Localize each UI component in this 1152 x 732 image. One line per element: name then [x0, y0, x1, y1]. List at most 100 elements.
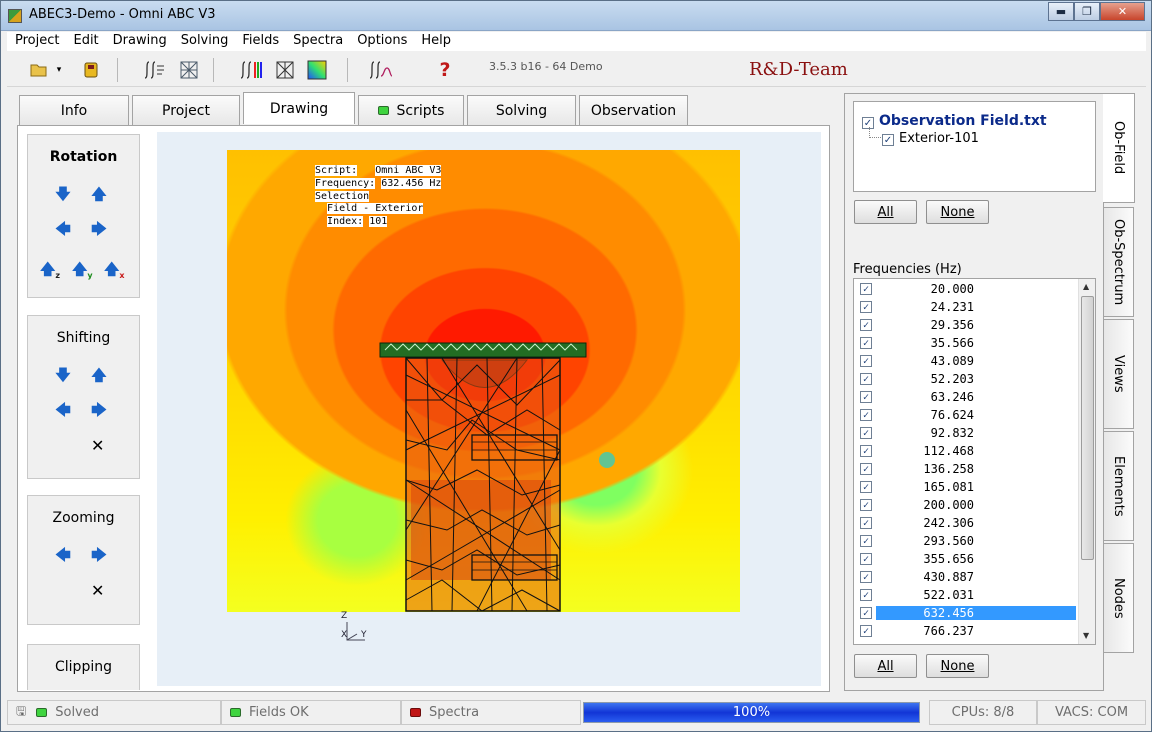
color-field-icon[interactable]	[305, 58, 329, 82]
frequency-checkbox[interactable]: ✓	[860, 301, 872, 313]
frequency-row[interactable]: ✓ 200.000	[854, 496, 1076, 514]
frequency-row[interactable]: ✓ 522.031	[854, 586, 1076, 604]
maximize-button[interactable]: ❐	[1074, 2, 1100, 21]
frequency-checkbox[interactable]: ✓	[860, 427, 872, 439]
tab-ob-field[interactable]: Ob-Field	[1103, 93, 1135, 203]
freq-all-button[interactable]: All	[854, 654, 917, 678]
integral-spectrum-icon[interactable]	[369, 58, 393, 82]
frequency-checkbox[interactable]: ✓	[860, 589, 872, 601]
frequency-checkbox[interactable]: ✓	[860, 409, 872, 421]
rotate-right-icon[interactable]: 🡆	[91, 221, 107, 237]
frequency-row[interactable]: ✓ 43.089	[854, 352, 1076, 370]
frequency-row[interactable]: ✓ 136.258	[854, 460, 1076, 478]
frequency-row[interactable]: ✓ 293.560	[854, 532, 1076, 550]
rotate-z-icon[interactable]: 🡅z	[40, 261, 60, 280]
frequency-checkbox[interactable]: ✓	[860, 499, 872, 511]
scroll-up-icon[interactable]: ▲	[1083, 282, 1089, 291]
shift-right-icon[interactable]: 🡆	[91, 402, 107, 418]
mesh-grid-icon[interactable]	[177, 58, 201, 82]
freq-none-button[interactable]: None	[926, 654, 989, 678]
menu-fields[interactable]: Fields	[234, 32, 285, 51]
frequency-row[interactable]: ✓ 766.237	[854, 622, 1076, 640]
obfield-all-button[interactable]: All	[854, 200, 917, 224]
tab-info[interactable]: Info	[19, 95, 129, 125]
frequency-row[interactable]: ✓ 63.246	[854, 388, 1076, 406]
frequency-row[interactable]: ✓ 632.456	[854, 604, 1076, 622]
wireframe-icon[interactable]	[273, 58, 297, 82]
shift-reset-icon[interactable]: ✕	[91, 436, 104, 455]
close-button[interactable]: ✕	[1100, 2, 1145, 21]
frequency-checkbox[interactable]: ✓	[860, 283, 872, 295]
rotate-up-icon[interactable]: 🡅	[91, 186, 107, 202]
frequency-checkbox[interactable]: ✓	[860, 391, 872, 403]
tab-nodes[interactable]: Nodes	[1104, 543, 1134, 653]
frequency-row[interactable]: ✓ 165.081	[854, 478, 1076, 496]
open-dropdown-icon[interactable]: ▾	[53, 58, 65, 82]
frequency-list[interactable]: ✓ 766.237 ✓ 632.456 ✓ 522.031 ✓ 430.887 ✓ 355.656…	[853, 278, 1096, 645]
scroll-thumb[interactable]	[1081, 296, 1094, 560]
help-icon[interactable]: ?	[433, 58, 457, 82]
tab-drawing[interactable]: Drawing	[243, 92, 355, 124]
integral-mesh-icon[interactable]	[143, 58, 167, 82]
viewport-3d[interactable]: Script: Omni ABC V3 Frequency: 632.456 H…	[157, 132, 821, 686]
frequency-checkbox[interactable]: ✓	[860, 319, 872, 331]
menu-drawing[interactable]: Drawing	[105, 32, 173, 51]
frequency-row[interactable]: ✓ 355.656	[854, 550, 1076, 568]
frequency-checkbox[interactable]: ✓	[860, 445, 872, 457]
menu-help[interactable]: Help	[413, 32, 457, 51]
integral-color-icon[interactable]	[239, 58, 263, 82]
menu-project[interactable]: Project	[7, 32, 65, 51]
save-project-icon[interactable]	[79, 58, 103, 82]
zoom-reset-icon[interactable]: ✕	[91, 581, 104, 600]
open-folder-icon[interactable]	[27, 58, 51, 82]
frequency-row[interactable]: ✓ 52.203	[854, 370, 1076, 388]
menu-solving[interactable]: Solving	[173, 32, 235, 51]
frequency-checkbox[interactable]: ✓	[860, 535, 872, 547]
tree-child-checkbox[interactable]: ✓	[882, 134, 894, 146]
frequency-checkbox[interactable]: ✓	[860, 463, 872, 475]
frequency-scrollbar[interactable]: ▲ ▼	[1078, 279, 1095, 644]
zoom-in-icon[interactable]: 🡆	[91, 547, 107, 563]
menu-spectra[interactable]: Spectra	[285, 32, 349, 51]
tab-ob-spectrum[interactable]: Ob-Spectrum	[1104, 207, 1134, 317]
tree-child[interactable]: ✓ Exterior-101	[882, 131, 979, 146]
rotate-left-icon[interactable]: 🡄	[55, 221, 71, 237]
scroll-down-icon[interactable]: ▼	[1083, 631, 1089, 640]
rotate-y-icon[interactable]: 🡅y	[72, 261, 93, 280]
frequency-row[interactable]: ✓ 76.624	[854, 406, 1076, 424]
frequency-row[interactable]: ✓ 430.887	[854, 568, 1076, 586]
frequency-row[interactable]: ✓ 35.566	[854, 334, 1076, 352]
frequency-row[interactable]: ✓ 92.832	[854, 424, 1076, 442]
frequency-checkbox[interactable]: ✓	[860, 553, 872, 565]
frequency-checkbox[interactable]: ✓	[860, 481, 872, 493]
zoom-out-icon[interactable]: 🡄	[55, 547, 71, 563]
frequency-checkbox[interactable]: ✓	[860, 571, 872, 583]
frequency-checkbox[interactable]: ✓	[860, 373, 872, 385]
tab-scripts[interactable]: Scripts	[358, 95, 464, 125]
menu-edit[interactable]: Edit	[65, 32, 104, 51]
frequency-row[interactable]: ✓ 112.468	[854, 442, 1076, 460]
shift-left-icon[interactable]: 🡄	[55, 402, 71, 418]
frequency-row[interactable]: ✓ 242.306	[854, 514, 1076, 532]
frequency-checkbox[interactable]: ✓	[860, 355, 872, 367]
tab-observation[interactable]: Observation	[579, 95, 688, 125]
minimize-button[interactable]: ▬	[1048, 2, 1074, 21]
frequency-row[interactable]: ✓ 20.000	[854, 280, 1076, 298]
frequency-row[interactable]: ✓ 29.356	[854, 316, 1076, 334]
shift-down-icon[interactable]: 🡇	[55, 367, 71, 383]
rotate-x-icon[interactable]: 🡅x	[104, 261, 125, 280]
obfield-none-button[interactable]: None	[926, 200, 989, 224]
frequency-checkbox[interactable]: ✓	[860, 625, 872, 637]
frequency-row[interactable]: ✓ 24.231	[854, 298, 1076, 316]
tab-project[interactable]: Project	[132, 95, 240, 125]
title-bar[interactable]: ABEC3-Demo - Omni ABC V3 ▬ ❐ ✕	[1, 1, 1151, 31]
frequency-checkbox[interactable]: ✓	[860, 517, 872, 529]
tree-root[interactable]: ✓ Observation Field.txt	[862, 113, 1047, 129]
tab-elements[interactable]: Elements	[1104, 431, 1134, 541]
frequency-checkbox[interactable]: ✓	[860, 607, 872, 619]
frequency-checkbox[interactable]: ✓	[860, 337, 872, 349]
rotate-down-icon[interactable]: 🡇	[55, 186, 71, 202]
tab-solving[interactable]: Solving	[467, 95, 576, 125]
menu-options[interactable]: Options	[349, 32, 413, 51]
tab-views[interactable]: Views	[1104, 319, 1134, 429]
